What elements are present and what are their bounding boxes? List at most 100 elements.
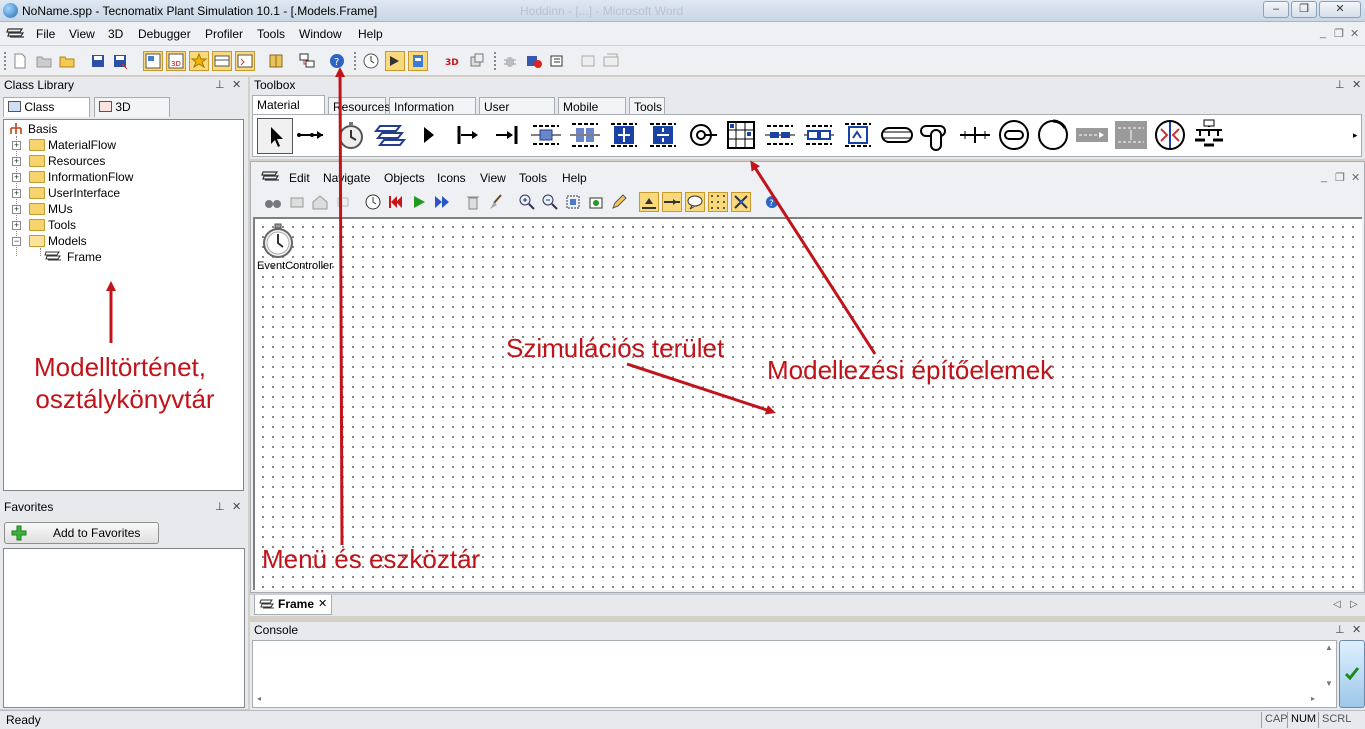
toolbar-grip[interactable] xyxy=(4,52,7,70)
scroll-tabs-right-icon[interactable]: ▷ xyxy=(1350,599,1358,610)
minimize-button[interactable]: – xyxy=(1263,1,1289,18)
scroll-right-icon[interactable]: ▸ xyxy=(1311,694,1315,703)
book-icon[interactable] xyxy=(266,51,286,71)
frame-menu-objects[interactable]: Objects xyxy=(384,171,425,185)
bug-icon[interactable] xyxy=(500,51,520,71)
frame-tool-icon[interactable] xyxy=(373,118,409,154)
frame-menu-navigate[interactable]: Navigate xyxy=(323,171,370,185)
pin-icon[interactable]: ⊥ xyxy=(215,499,225,516)
menu-debugger[interactable]: Debugger xyxy=(138,27,191,41)
frame-menu-help[interactable]: Help xyxy=(562,171,587,185)
open-location-icon[interactable] xyxy=(287,192,307,212)
parallel-proc-tool-icon[interactable] xyxy=(568,118,604,154)
pin-icon[interactable]: ⊥ xyxy=(1335,622,1345,639)
pointer-tool-icon[interactable] xyxy=(257,118,293,154)
collapse-icon[interactable]: − xyxy=(12,237,21,246)
expand-icon[interactable]: + xyxy=(12,141,21,150)
console-toggle-icon[interactable] xyxy=(235,51,255,71)
menu-window[interactable]: Window xyxy=(299,27,342,41)
simulation-canvas[interactable]: EventController xyxy=(253,217,1362,590)
scroll-right-icon[interactable]: ▸ xyxy=(1353,130,1358,141)
tab-material-flow[interactable]: Material Flow xyxy=(252,95,325,130)
toolbar-grip[interactable] xyxy=(354,52,357,70)
close-panel-icon[interactable]: ✕ xyxy=(232,77,241,94)
cycle-tool-icon[interactable] xyxy=(1192,118,1228,154)
assembly-tool-icon[interactable] xyxy=(607,118,643,154)
window-icon[interactable] xyxy=(578,51,598,71)
tree-item-models[interactable]: − Models xyxy=(12,233,212,249)
tab-3d-library[interactable]: 3D Library xyxy=(94,97,170,132)
menu-tools[interactable]: Tools xyxy=(257,27,285,41)
maximize-button[interactable]: ❐ xyxy=(1291,1,1317,18)
expand-icon[interactable]: + xyxy=(12,157,21,166)
icon-edit-mode-icon[interactable] xyxy=(639,192,659,212)
event-controller-object[interactable]: EventController xyxy=(257,223,337,273)
shift-calendar-tool-icon[interactable] xyxy=(685,118,721,154)
expand-icon[interactable]: + xyxy=(12,205,21,214)
toolbox-toggle-icon[interactable] xyxy=(212,51,232,71)
screenshot-icon[interactable] xyxy=(586,192,606,212)
interface-tool-icon[interactable] xyxy=(412,118,448,154)
scroll-up-icon[interactable]: ▲ xyxy=(1325,643,1333,652)
execute-button[interactable] xyxy=(1339,640,1365,708)
close-panel-icon[interactable]: ✕ xyxy=(1352,77,1361,94)
menu-view[interactable]: View xyxy=(69,27,95,41)
add-to-favorites-button[interactable]: Add to Favorites xyxy=(4,522,159,544)
object-links-icon[interactable] xyxy=(731,192,751,212)
window-tile-icon[interactable] xyxy=(601,51,621,71)
event-controller-tool-icon[interactable] xyxy=(334,118,370,154)
open-icon[interactable] xyxy=(57,51,77,71)
transfer-station-tool-icon[interactable] xyxy=(1114,118,1150,154)
2lane-track-tool-icon[interactable] xyxy=(1075,118,1111,154)
class-library-toggle-icon[interactable] xyxy=(143,51,163,71)
scroll-down-icon[interactable]: ▼ xyxy=(1325,679,1333,688)
menu-profiler[interactable]: Profiler xyxy=(205,27,243,41)
tree-item-informationflow[interactable]: + InformationFlow xyxy=(12,169,212,185)
open-folder-icon[interactable] xyxy=(34,51,54,71)
expand-icon[interactable]: + xyxy=(12,221,21,230)
3d-settings-icon[interactable] xyxy=(467,51,487,71)
frame-restore-button[interactable]: ❐ xyxy=(1335,171,1345,184)
flow-control-tool-icon[interactable] xyxy=(1153,118,1189,154)
place-buffer-tool-icon[interactable] xyxy=(802,118,838,154)
origin-icon[interactable] xyxy=(333,192,353,212)
reset-icon[interactable] xyxy=(386,192,406,212)
tree-item-materialflow[interactable]: + MaterialFlow xyxy=(12,137,212,153)
source-tool-icon[interactable] xyxy=(451,118,487,154)
help-icon[interactable]: ? xyxy=(762,192,782,212)
menu-3d[interactable]: 3D xyxy=(108,27,123,41)
stop-hand-icon[interactable] xyxy=(547,51,567,71)
home-icon[interactable] xyxy=(310,192,330,212)
drain-tool-icon[interactable] xyxy=(490,118,526,154)
close-tab-icon[interactable]: ✕ xyxy=(318,595,327,613)
comments-icon[interactable] xyxy=(685,192,705,212)
tree-item-frame[interactable]: Frame xyxy=(44,249,204,265)
frame-minimize-button[interactable]: _ xyxy=(1321,171,1327,183)
frame-menu-edit[interactable]: Edit xyxy=(289,171,310,185)
fast-forward-icon[interactable] xyxy=(432,192,452,212)
turnplate-tool-icon[interactable] xyxy=(997,118,1033,154)
3d-library-toggle-icon[interactable]: 3D xyxy=(166,51,186,71)
broom-icon[interactable] xyxy=(486,192,506,212)
show-connectors-icon[interactable] xyxy=(662,192,682,212)
close-button[interactable]: ✕ xyxy=(1319,1,1361,18)
dismantle-tool-icon[interactable] xyxy=(646,118,682,154)
favorites-toggle-icon[interactable] xyxy=(189,51,209,71)
new-file-icon[interactable] xyxy=(10,51,30,71)
save-as-icon[interactable] xyxy=(110,51,130,71)
mdi-close-button[interactable]: ✕ xyxy=(1350,27,1359,40)
binoculars-icon[interactable] xyxy=(263,192,283,212)
document-tab-frame[interactable]: Frame ✕ xyxy=(254,595,332,615)
3d-view-icon[interactable]: 3D xyxy=(443,51,463,71)
scroll-left-icon[interactable]: ◂ xyxy=(257,694,261,703)
frame-menu-icons[interactable]: Icons xyxy=(437,171,466,185)
menu-help[interactable]: Help xyxy=(358,27,383,41)
tree-item-tools[interactable]: + Tools xyxy=(12,217,212,233)
pin-icon[interactable]: ⊥ xyxy=(1335,77,1345,94)
clock-icon[interactable] xyxy=(363,192,383,212)
run-debug-icon[interactable] xyxy=(385,51,405,71)
mdi-restore-button[interactable]: ❐ xyxy=(1334,27,1344,40)
zoom-fit-icon[interactable] xyxy=(563,192,583,212)
pencil-icon[interactable] xyxy=(609,192,629,212)
turntable-tool-icon[interactable] xyxy=(958,118,994,154)
